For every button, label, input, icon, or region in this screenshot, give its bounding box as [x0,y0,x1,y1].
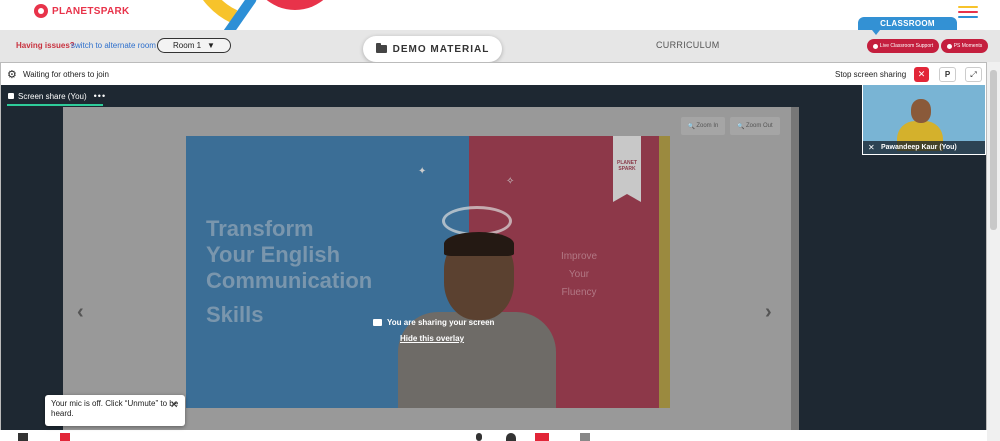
slide-title-line: Your English [206,242,341,267]
stage-scrollbar[interactable] [791,107,799,430]
slide-side-text: Improve Your Fluency [544,248,614,302]
slide-title: Transform Your English Communication [206,216,466,294]
zoom-in-label: Zoom In [696,123,719,129]
stop-sharing-button[interactable]: ✕ [914,67,929,82]
hamburger-line-2 [958,11,978,13]
expand-icon[interactable]: ⤢ [965,67,982,82]
ps-moments-button[interactable]: PS Moments [941,39,988,53]
toast-message: Your mic is off. Click “Unmute” to be he… [51,399,179,418]
room-select[interactable]: Room 1 ▼ [157,38,231,53]
more-options-icon[interactable]: ••• [94,91,106,101]
zoom-out-button[interactable]: 🔍 Zoom Out [730,117,780,135]
share-screen-icon[interactable] [535,433,549,441]
ps-moments-label: PS Moments [953,43,983,49]
mic-off-icon: ✕ [868,143,875,152]
mic-off-toast: Your mic is off. Click “Unmute” to be he… [45,395,185,426]
participant-video-tile[interactable]: ✕ Pawandeep Kaur (You) [862,84,986,155]
issue-text: Having issues? [16,41,75,50]
bottom-controls-bar [0,430,987,441]
waiting-status: Waiting for others to join [23,70,109,79]
hamburger-line-3 [958,16,978,18]
hamburger-line-1 [958,6,978,8]
live-support-label: Live Classroom Support [879,43,934,49]
tab-screen-share[interactable]: Screen share (You) ••• [8,91,106,101]
logo-icon [34,4,48,18]
meeting-frame: ⚙ Waiting for others to join Stop screen… [0,62,987,441]
caret-down-icon: ▼ [207,41,215,50]
next-slide-icon[interactable]: › [765,301,772,324]
top-header: PLANETSPARK [0,0,1000,52]
screen-share-icon [373,319,382,326]
sharing-overlay-message: You are sharing your screen [373,318,494,327]
tab-curriculum[interactable]: CURRICULUM [656,40,720,50]
brand-name: PLANETSPARK [52,5,130,17]
close-icon[interactable]: ✕ [170,400,178,411]
demo-material-label: DEMO MATERIAL [392,43,490,55]
zoom-in-button[interactable]: 🔍 Zoom In [681,117,725,135]
sparkle-icon: ✦ [418,166,427,177]
share-tabbar: Screen share (You) ••• [1,85,986,107]
slide-side-line: Your [568,269,590,280]
meeting-toolbar: ⚙ Waiting for others to join Stop screen… [1,63,986,85]
demo-material-button[interactable]: DEMO MATERIAL [363,36,502,62]
hamburger-menu-icon[interactable] [958,6,978,18]
participants-icon[interactable] [506,433,516,441]
room-select-value: Room 1 [173,41,202,50]
gear-icon[interactable]: ⚙ [7,68,17,81]
zoom-out-label: Zoom Out [745,123,773,129]
slide-edge-strip [659,136,670,408]
hide-overlay-link[interactable]: Hide this overlay [400,334,464,343]
previous-slide-icon[interactable]: ‹ [77,301,84,324]
brand-logo[interactable]: PLANETSPARK [34,4,130,18]
switch-room-link[interactable]: switch to alternate room [71,41,156,50]
slide-title-line: Communication [206,268,373,293]
p-button[interactable]: P [939,67,956,82]
sharing-overlay-text: You are sharing your screen [387,318,495,327]
slide-title-line: Transform [206,216,314,241]
moments-icon [946,43,952,49]
participant-head [911,99,931,123]
screen-share-icon [8,93,14,99]
room-navbar: Having issues? switch to alternate room … [0,30,1000,62]
slide-skills-text: Skills [206,302,264,327]
presentation-slide: ✦ ✧ Transform Your English Communication… [186,136,670,408]
slide-side-line: Fluency [561,287,597,298]
person-icon[interactable] [476,433,482,441]
support-icon [872,43,878,49]
app-root: PLANETSPARK Having issues? switch to alt… [0,0,1000,441]
folder-icon [375,43,387,53]
sparkle-icon: ✧ [506,176,515,187]
active-tab-underline [7,104,103,106]
ribbon-text: PLANET SPARK [617,160,637,172]
chat-icon[interactable] [580,433,590,441]
screen-share-label: Screen share (You) [18,91,87,101]
page-scrollbar-thumb[interactable] [990,70,997,230]
mic-off-icon[interactable] [60,433,70,441]
stop-sharing-label: Stop screen sharing [835,70,907,79]
camera-icon[interactable] [18,433,28,441]
live-support-button[interactable]: Live Classroom Support [867,39,939,53]
classroom-tab-pointer [872,30,880,35]
tab-classroom[interactable]: CLASSROOM [858,17,957,30]
slide-side-line: Improve [560,251,598,262]
participant-name: Pawandeep Kaur (You) [881,144,957,151]
